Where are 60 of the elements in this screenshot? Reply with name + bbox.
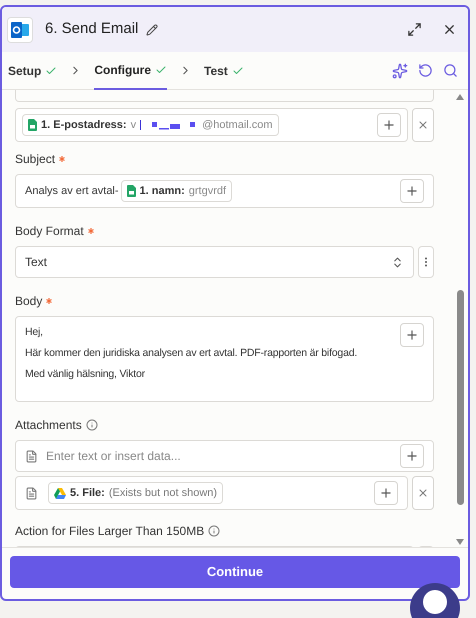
file-icon <box>25 486 38 500</box>
expand-icon[interactable] <box>407 22 422 37</box>
insert-data-button[interactable] <box>400 323 424 347</box>
sparkle-icon[interactable] <box>392 62 408 78</box>
plus-icon <box>382 118 396 132</box>
plus-icon <box>405 184 419 198</box>
remove-button[interactable] <box>412 108 434 142</box>
token-value: @hotmail.com <box>202 118 273 133</box>
token-label: 1. namn: <box>140 184 185 199</box>
edit-icon[interactable] <box>146 24 158 36</box>
step-tab[interactable]: Test <box>204 52 244 90</box>
plus-icon <box>405 449 419 463</box>
step-title: 6. Send Email <box>45 19 138 40</box>
scroll-up-icon[interactable] <box>456 94 464 100</box>
scrollbar-thumb[interactable] <box>456 290 464 505</box>
sheet-icon <box>28 119 37 131</box>
app-logo-icon <box>7 16 33 42</box>
scroll-down-icon[interactable] <box>456 539 464 545</box>
field-label: Body <box>15 293 42 310</box>
step-tab[interactable]: Configure <box>94 52 168 90</box>
body-text-line: Hej, <box>25 326 44 339</box>
insert-data-button[interactable] <box>400 444 424 468</box>
input-field[interactable]: Enter text or insert data... <box>15 440 434 472</box>
placeholder-text: Enter text or insert data... <box>46 448 181 465</box>
info-icon <box>208 525 220 537</box>
token-value: (Exists but not shown) <box>108 486 218 501</box>
field-value: Analys av ert avtal- <box>25 184 119 199</box>
token-label: 1. E-postadress: <box>41 118 127 133</box>
sheet-icon <box>126 185 136 197</box>
info-icon <box>86 419 98 431</box>
body-text-line: Med vänlig hälsning, Viktor <box>25 368 146 381</box>
select-field[interactable]: Text <box>15 246 414 278</box>
remove-button[interactable] <box>412 476 434 510</box>
field-label: Body Format <box>15 223 84 240</box>
token-value: grtgvrdf <box>188 184 226 199</box>
search-icon[interactable] <box>443 63 458 78</box>
insert-data-button[interactable] <box>400 179 424 203</box>
field-label: Attachments <box>15 417 82 434</box>
input-field[interactable]: 1. E-postadress: v @hotmail.com <box>15 108 408 142</box>
continue-button[interactable]: Continue <box>10 556 460 588</box>
input-field[interactable] <box>15 90 434 102</box>
input-field[interactable]: Analys av ert avtal- 1. namn: grtgvrdf <box>15 174 434 208</box>
token-label: 5. File: <box>70 486 105 501</box>
step-tab[interactable]: Setup <box>8 52 58 90</box>
drive-icon <box>54 488 66 498</box>
plus-icon <box>379 486 393 500</box>
close-icon <box>417 487 429 499</box>
field-label: Subject <box>15 151 56 168</box>
body-text-line: Här kommer den juridiska analysen av ert avtal. PDF-rapporten är bifogad. <box>25 347 358 360</box>
token-value: v <box>130 118 136 133</box>
close-icon <box>417 119 429 131</box>
close-icon[interactable] <box>442 22 457 37</box>
input-field[interactable]: 5. File: (Exists but not shown) <box>15 476 408 510</box>
text-area[interactable]: Hej, Här kommer den juridiska analysen av ert avtal. PDF-rapporten är bifogad. Med vänlig hälsning, Viktor <box>15 316 434 402</box>
plus-icon <box>405 328 419 342</box>
insert-data-button[interactable] <box>377 113 401 137</box>
file-icon <box>25 450 38 462</box>
undo-icon[interactable] <box>418 63 433 78</box>
field-label: Action for Files Larger Than 150MB <box>15 523 204 540</box>
insert-data-button[interactable] <box>374 481 398 505</box>
